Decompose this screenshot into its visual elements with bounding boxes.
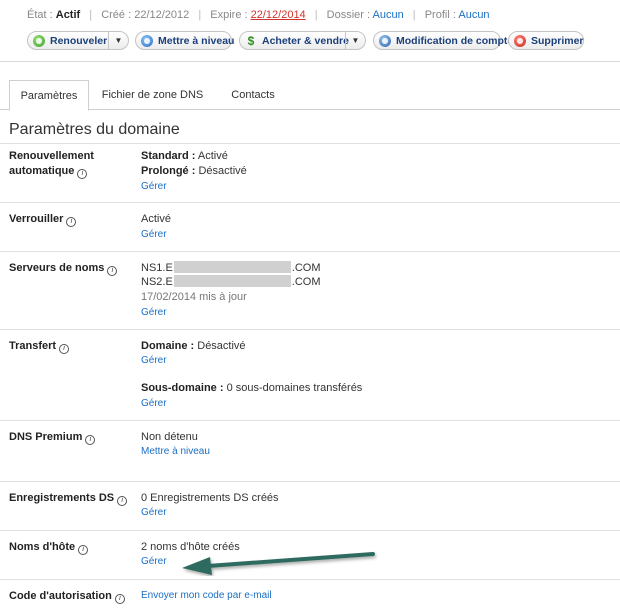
account-modify-button[interactable]: Modification de compte xyxy=(373,31,513,50)
auth-code-label: Code d'autorisation i xyxy=(9,589,125,604)
dns-premium-label: DNS Premium i xyxy=(9,430,96,445)
info-icon[interactable]: i xyxy=(66,217,77,227)
hostnames-label: Noms d'hôte i xyxy=(9,540,89,555)
auth-code-email-link[interactable]: Envoyer mon code par e-mail xyxy=(141,590,272,601)
separator: | xyxy=(314,9,318,21)
delete-button-label: Supprimer xyxy=(531,34,584,47)
hostnames-manage-link[interactable]: Gérer xyxy=(141,556,167,567)
folder-label: Dossier : xyxy=(326,9,371,21)
delete-button[interactable]: Supprimer xyxy=(508,31,584,50)
row-divider xyxy=(0,251,620,252)
expire-date-link[interactable]: 22/12/2014 xyxy=(251,9,306,21)
tab-parametres[interactable]: Paramètres xyxy=(9,80,89,111)
separator: | xyxy=(412,9,416,21)
row-divider xyxy=(0,530,620,531)
separator: | xyxy=(198,9,202,21)
info-icon[interactable]: i xyxy=(59,344,70,354)
row-divider xyxy=(0,202,620,203)
expire-label: Expire : xyxy=(210,9,248,21)
renew-manage-link[interactable]: Gérer xyxy=(141,181,167,192)
ds-records-value: 0 Enregistrements DS créés xyxy=(141,492,279,504)
renew-standard: Standard : Activé xyxy=(141,150,228,162)
renew-icon xyxy=(33,34,45,47)
nameserver-2: NS2.E .COM xyxy=(141,275,321,288)
tab-contacts[interactable]: Contacts xyxy=(218,80,288,110)
status-label: État : xyxy=(27,9,53,21)
lock-value: Activé xyxy=(141,213,171,225)
row-divider xyxy=(0,481,620,482)
ds-records-label: Enregistrements DS i xyxy=(9,491,128,506)
tab-bar: Paramètres Fichier de zone DNS Contacts xyxy=(0,80,620,111)
dollar-icon: $ xyxy=(247,33,255,48)
domain-summary-box: État : Actif | Créé : 22/12/2012 | Expir… xyxy=(0,0,620,62)
info-icon[interactable]: i xyxy=(117,496,128,506)
transfer-label: Transfert i xyxy=(9,339,70,354)
renew-prolonge: Prolongé : Désactivé xyxy=(141,165,247,177)
dns-premium-upgrade-link[interactable]: Mettre à niveau xyxy=(141,446,210,457)
nameservers-manage-link[interactable]: Gérer xyxy=(141,307,167,318)
created-label: Créé : xyxy=(101,9,132,21)
transfer-subdomain-manage-link[interactable]: Gérer xyxy=(141,398,167,409)
nameserver-1: NS1.E .COM xyxy=(141,261,321,274)
transfer-domain: Domaine : Désactivé xyxy=(141,340,246,352)
profile-label: Profil : xyxy=(424,9,456,21)
buy-sell-button-label: Acheter & vendre xyxy=(262,34,349,47)
info-icon[interactable]: i xyxy=(114,594,125,604)
status-value: Actif xyxy=(55,9,81,21)
nameservers-updated: 17/02/2014 mis à jour xyxy=(141,291,247,303)
lock-label: Verrouiller i xyxy=(9,212,77,227)
row-divider xyxy=(0,579,620,580)
profile-link[interactable]: Aucun xyxy=(458,9,489,21)
user-icon xyxy=(379,34,391,47)
status-line: État : Actif | Créé : 22/12/2012 | Expir… xyxy=(27,9,490,21)
account-modify-button-label: Modification de compte xyxy=(396,34,514,47)
transfer-domain-manage-link[interactable]: Gérer xyxy=(141,355,167,366)
renew-button[interactable]: Renouveler ▼ xyxy=(27,31,129,50)
created-value: 22/12/2012 xyxy=(134,9,190,21)
lock-manage-link[interactable]: Gérer xyxy=(141,229,167,240)
delete-icon xyxy=(514,34,526,47)
row-divider xyxy=(0,420,620,421)
info-icon[interactable]: i xyxy=(77,169,88,179)
separator: | xyxy=(89,9,93,21)
nameservers-label: Serveurs de noms i xyxy=(9,261,118,276)
transfer-subdomain: Sous-domaine : 0 sous-domaines transféré… xyxy=(141,382,363,394)
redacted-block xyxy=(173,275,291,287)
dns-premium-value: Non détenu xyxy=(141,431,198,443)
buy-sell-button[interactable]: $ Acheter & vendre ▼ xyxy=(239,31,366,50)
section-title: Paramètres du domaine xyxy=(9,121,180,138)
annotation-arrow-icon xyxy=(182,552,375,575)
row-divider xyxy=(0,143,620,144)
info-icon[interactable]: i xyxy=(85,435,96,445)
upgrade-button-label: Mettre à niveau xyxy=(158,34,235,47)
tab-zone-dns[interactable]: Fichier de zone DNS xyxy=(95,80,210,110)
info-icon[interactable]: i xyxy=(107,266,118,276)
upgrade-icon xyxy=(141,34,153,47)
folder-link[interactable]: Aucun xyxy=(373,9,404,21)
buy-sell-dropdown-caret[interactable]: ▼ xyxy=(345,32,365,49)
ds-records-manage-link[interactable]: Gérer xyxy=(141,507,167,518)
row-divider xyxy=(0,329,620,330)
redacted-block xyxy=(173,261,291,273)
renew-button-label: Renouveler xyxy=(50,34,108,47)
info-icon[interactable]: i xyxy=(78,545,89,555)
renew-dropdown-caret[interactable]: ▼ xyxy=(108,32,128,49)
upgrade-button[interactable]: Mettre à niveau xyxy=(135,31,235,50)
renew-label: Renouvellement automatique i xyxy=(9,150,94,179)
